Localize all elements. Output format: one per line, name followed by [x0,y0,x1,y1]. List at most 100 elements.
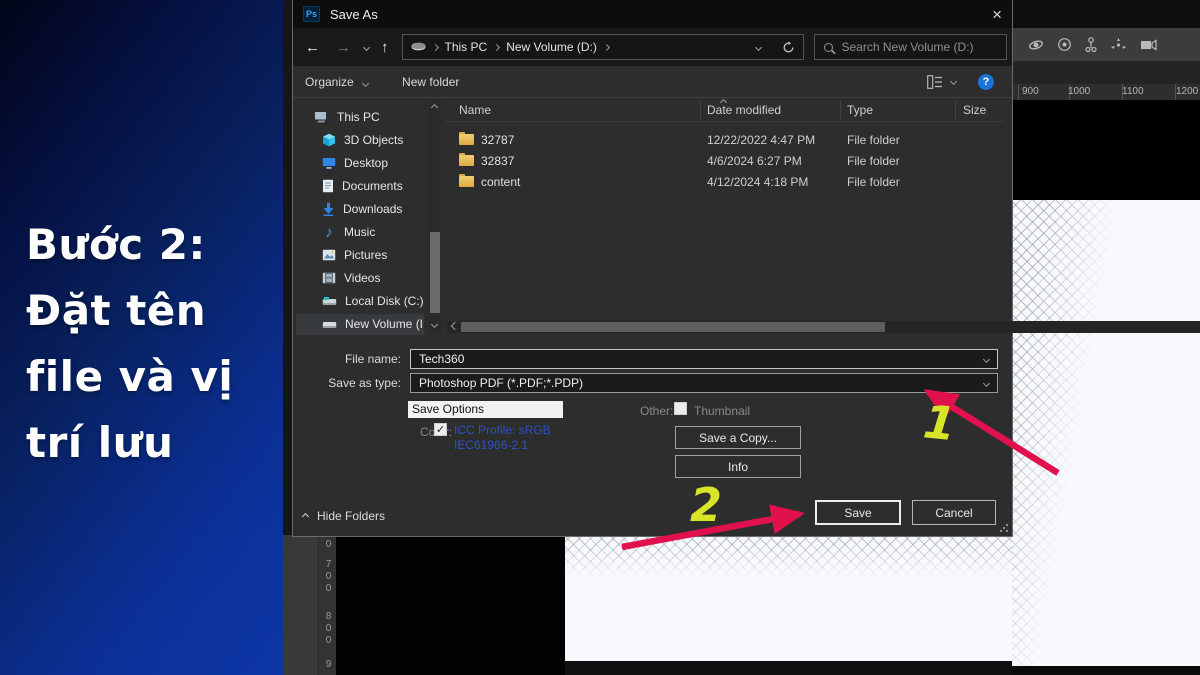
chevron-up-icon [302,512,309,519]
canvas-dark-area [336,537,565,675]
file-type: File folder [847,175,900,189]
icc-profile-text: ICC Profile: sRGB IEC61966-2.1 [454,423,551,453]
sidebar-item-pictures[interactable]: Pictures [322,245,387,265]
icc-profile-checkbox[interactable]: ✓ [434,423,447,436]
new-folder-button[interactable]: New folder [402,75,459,89]
folder-icon [459,134,474,145]
search-input[interactable] [842,40,997,54]
chevron-down-icon[interactable] [983,379,990,386]
sidebar-scrollbar[interactable] [429,100,441,333]
videos-icon [322,272,336,284]
scroll-up-icon[interactable] [431,104,438,111]
file-row[interactable]: 32787 12/22/2022 4:47 PM File folder [445,130,1005,151]
view-list-icon[interactable] [927,75,943,89]
column-headers: Name Date modified Type Size [445,98,1005,122]
hide-folders-button[interactable]: Hide Folders [303,509,385,523]
file-row[interactable]: content 4/12/2024 4:18 PM File folder [445,172,1005,193]
orbit-3d-icon[interactable] [1028,38,1044,52]
breadcrumb-current[interactable]: New Volume (D:) [506,40,597,54]
sidebar-item-local-disk-c[interactable]: Local Disk (C:) [322,291,424,311]
dialog-title: Save As [330,7,378,22]
up-icon[interactable]: ↑ [381,40,389,55]
save-as-type-select[interactable]: Photoshop PDF (*.PDF;*.PDP) [410,373,998,393]
file-row[interactable]: 32837 4/6/2024 6:27 PM File folder [445,151,1005,172]
forward-icon[interactable]: → [336,40,351,55]
file-type: File folder [847,133,900,147]
search-box[interactable] [814,34,1007,60]
sidebar-item-3d-objects[interactable]: 3D Objects [322,130,403,150]
resize-grip[interactable] [999,523,1008,532]
file-name-combobox[interactable] [410,349,998,369]
chevron-down-icon [362,79,369,86]
breadcrumb-root[interactable]: This PC [445,40,488,54]
address-dropdown-icon[interactable] [754,43,761,50]
other-label: Other: [640,404,673,418]
dialog-titlebar: Ps Save As × [293,0,1012,28]
ruler-mark: 700 [323,559,334,595]
rotate-3d-icon[interactable] [1057,37,1072,52]
column-header-type[interactable]: Type [847,103,873,117]
file-name: content [481,175,520,189]
thumbnail-checkbox[interactable] [674,402,687,415]
chevron-down-icon[interactable] [983,355,990,362]
refresh-icon[interactable] [782,41,795,54]
view-dropdown-icon[interactable] [950,78,957,85]
breadcrumb[interactable]: This PC New Volume (D:) [402,34,804,60]
downloads-icon [322,202,335,216]
sidebar-item-this-pc[interactable]: This PC [314,107,380,127]
move-3d-axis-icon[interactable] [1110,37,1127,52]
sidebar-item-documents[interactable]: Documents [322,176,403,196]
save-a-copy-button[interactable]: Save a Copy... [675,426,801,449]
file-name-input[interactable] [419,352,978,366]
save-as-dialog: Ps Save As × ← → ↑ This PC New Volume (D… [293,0,1012,536]
column-header-name[interactable]: Name [459,103,491,117]
dialog-navbar: ← → ↑ This PC New Volume (D:) [293,28,1012,66]
recent-locations-icon[interactable] [363,43,370,50]
sidebar-item-videos[interactable]: Videos [322,268,380,288]
ruler-mark: 800 [323,611,334,647]
ruler-mark: 9 [323,659,334,671]
ruler-mark: 1200 [1176,86,1198,97]
desktop-icon [322,157,336,170]
video-camera-icon[interactable] [1140,39,1158,51]
file-type: File folder [847,154,900,168]
canvas-bottom-edge [565,661,1012,675]
caption-line: Bước 2: [26,212,233,278]
info-button[interactable]: Info [675,455,801,478]
column-header-date-modified[interactable]: Date modified [707,103,781,117]
help-icon[interactable]: ? [978,74,994,90]
sidebar-item-desktop[interactable]: Desktop [322,153,388,173]
scroll-down-icon[interactable] [431,321,438,328]
file-date: 4/6/2024 6:27 PM [707,154,802,168]
horizontal-scrollbar[interactable] [447,321,1200,333]
canvas-bottom-edge [1012,666,1200,675]
canvas-dark-area [1012,100,1200,200]
pictures-icon [322,249,336,261]
canvas-transparent-area [1012,200,1200,666]
column-header-size[interactable]: Size [963,103,986,117]
chevron-right-icon[interactable] [493,43,500,50]
photoshop-options-bar [1012,28,1200,62]
cancel-button[interactable]: Cancel [912,500,996,525]
save-button[interactable]: Save [815,500,901,525]
caption-line: Đặt tên [26,278,233,344]
scrollbar-thumb[interactable] [430,232,440,313]
pan-3d-icon[interactable] [1085,37,1097,53]
close-icon[interactable]: × [992,6,1002,23]
organize-button[interactable]: Organize [305,75,368,89]
this-pc-icon [314,111,329,124]
thumbnail-label: Thumbnail [694,404,750,418]
file-date: 4/12/2024 4:18 PM [707,175,808,189]
sidebar-item-downloads[interactable]: Downloads [322,199,402,219]
sidebar-item-music[interactable]: ♪ Music [322,222,375,242]
back-icon[interactable]: ← [305,40,320,55]
step-caption: Bước 2: Đặt tên file và vị trí lưu [26,212,233,476]
search-icon [824,43,833,52]
photoshop-toolbar: ••• [283,535,318,675]
chevron-right-icon[interactable] [603,43,610,50]
scrollbar-thumb[interactable] [461,322,885,332]
sidebar-item-new-volume-d[interactable]: New Volume (D:) [322,314,422,334]
scroll-left-icon[interactable] [451,322,459,330]
screenshot-stage: Bước 2: Đặt tên file và vị trí lưu 900 1… [0,0,1200,675]
documents-icon [322,179,334,193]
